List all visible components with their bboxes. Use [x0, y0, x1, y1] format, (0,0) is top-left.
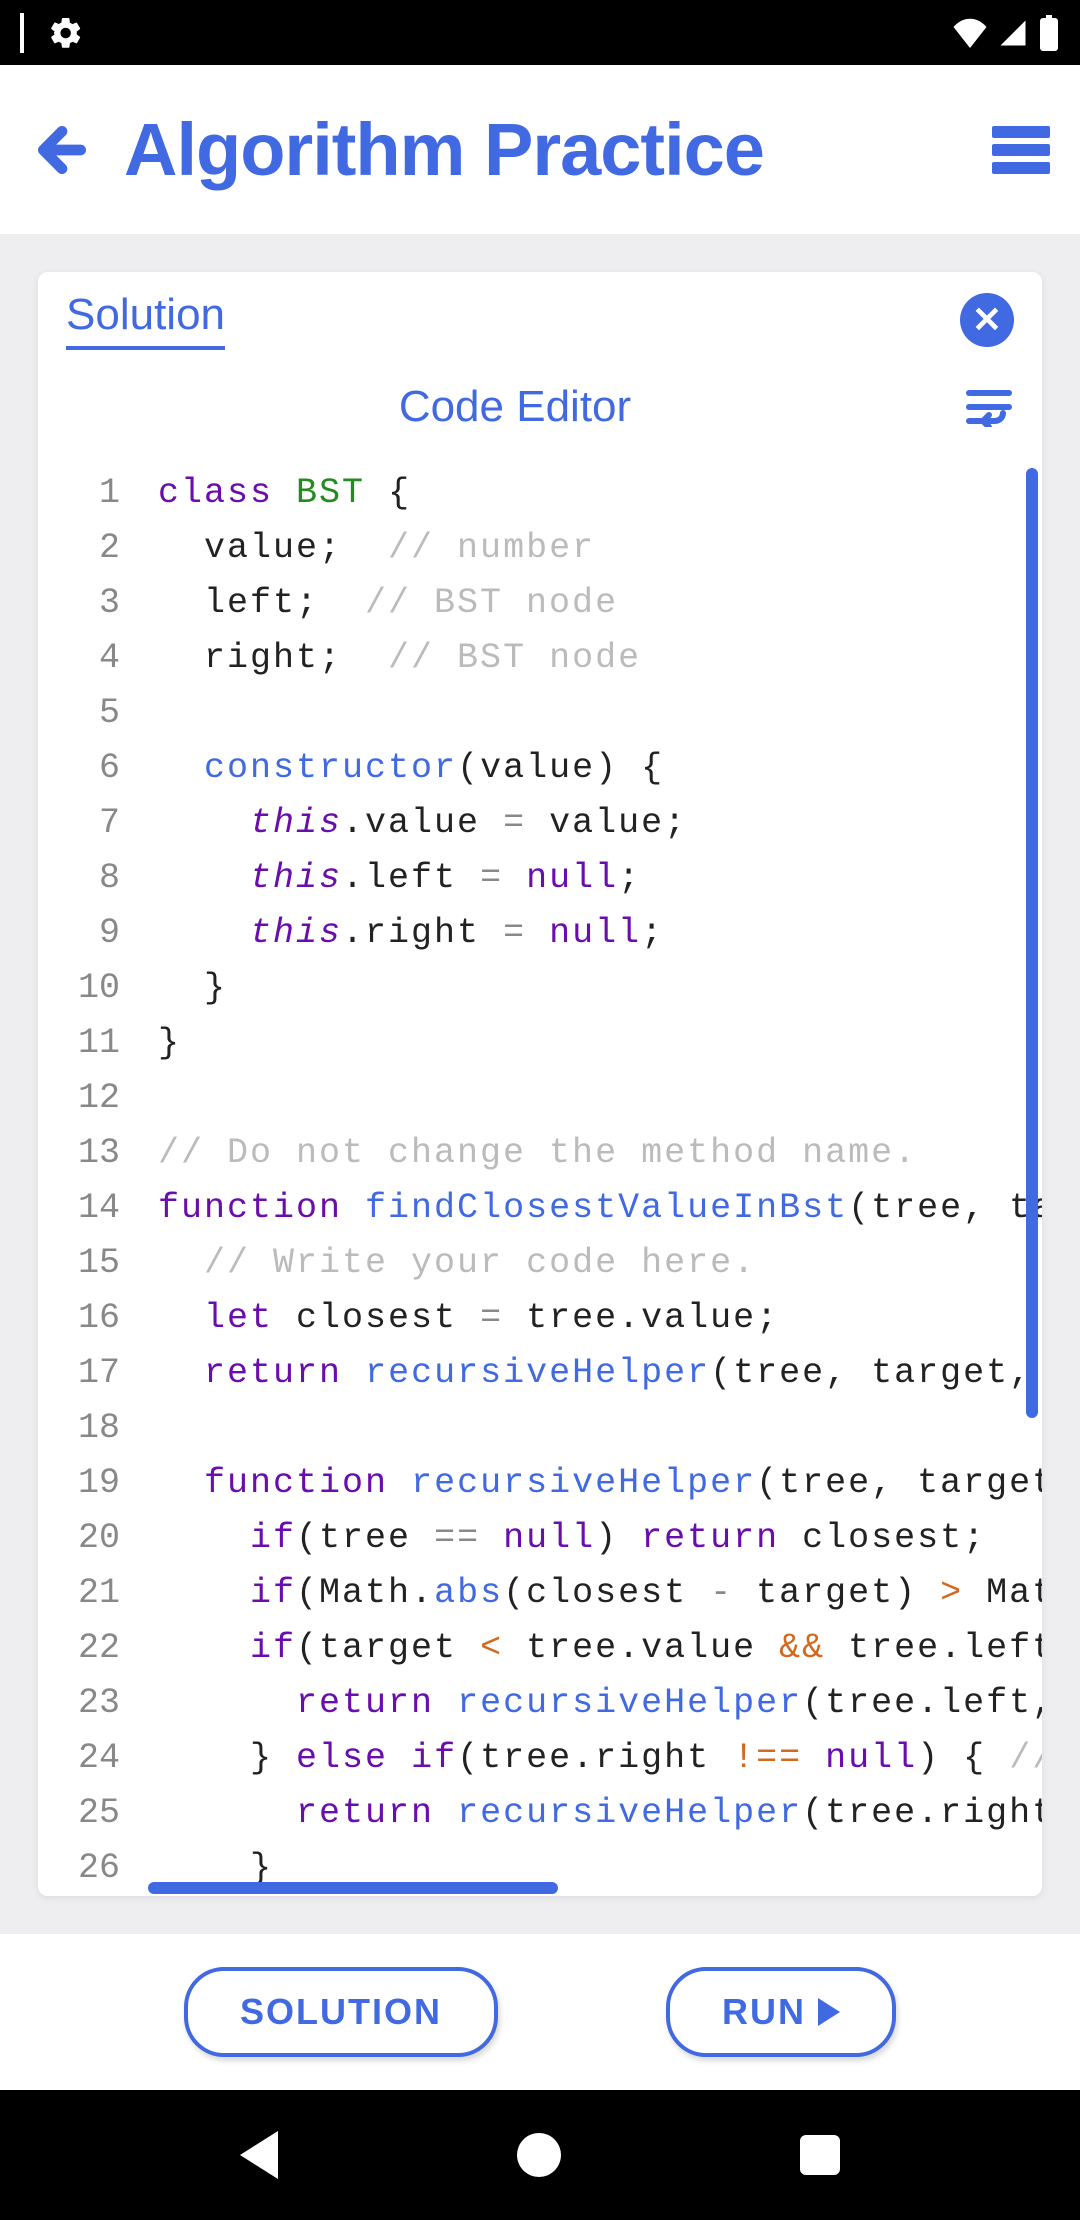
line-number: 11 [38, 1016, 138, 1071]
status-divider [20, 13, 24, 53]
line-number: 7 [38, 796, 138, 851]
run-button[interactable]: RUN [666, 1967, 896, 2057]
line-number: 3 [38, 576, 138, 631]
line-number: 26 [38, 1841, 138, 1896]
horizontal-scrollbar[interactable] [148, 1882, 558, 1894]
editor-card: Solution ✕ Code Editor 12345678910111213… [38, 272, 1042, 1896]
bottom-bar: SOLUTION RUN [0, 1934, 1080, 2090]
code-line[interactable]: value; // number [138, 521, 1042, 576]
code-line[interactable]: } else if(tree.right !== null) { //g [138, 1731, 1042, 1786]
back-arrow-icon[interactable] [30, 118, 94, 182]
code-line[interactable]: constructor(value) { [138, 741, 1042, 796]
code-line[interactable] [138, 1401, 1042, 1456]
solution-button-label: SOLUTION [240, 1991, 442, 2033]
status-bar [0, 0, 1080, 65]
code-line[interactable]: this.right = null; [138, 906, 1042, 961]
editor-title: Code Editor [66, 382, 964, 432]
line-gutter: 1234567891011121314151617181920212223242… [38, 456, 138, 1896]
solution-button[interactable]: SOLUTION [184, 1967, 498, 2057]
line-number: 4 [38, 631, 138, 686]
close-icon[interactable]: ✕ [960, 293, 1014, 347]
gear-icon [48, 15, 84, 51]
line-number: 2 [38, 521, 138, 576]
line-number: 22 [38, 1621, 138, 1676]
line-number: 10 [38, 961, 138, 1016]
nav-home-icon[interactable] [517, 2133, 561, 2177]
code-line[interactable]: right; // BST node [138, 631, 1042, 686]
code-line[interactable]: return recursiveHelper(tree.right, [138, 1786, 1042, 1841]
code-line[interactable]: class BST { [138, 466, 1042, 521]
line-number: 23 [38, 1676, 138, 1731]
code-line[interactable]: return recursiveHelper(tree.left, [138, 1676, 1042, 1731]
play-icon [818, 1998, 840, 2026]
word-wrap-icon[interactable] [964, 387, 1014, 427]
line-number: 25 [38, 1786, 138, 1841]
code-area[interactable]: class BST { value; // number left; // BS… [138, 456, 1042, 1896]
line-number: 19 [38, 1456, 138, 1511]
nav-back-icon[interactable] [240, 2131, 278, 2179]
content-area: Solution ✕ Code Editor 12345678910111213… [0, 234, 1080, 1934]
code-line[interactable]: left; // BST node [138, 576, 1042, 631]
code-line[interactable] [138, 686, 1042, 741]
line-number: 6 [38, 741, 138, 796]
vertical-scrollbar[interactable] [1026, 468, 1038, 1418]
line-number: 13 [38, 1126, 138, 1181]
line-number: 18 [38, 1401, 138, 1456]
page-title: Algorithm Practice [124, 107, 962, 192]
code-line[interactable]: if(tree == null) return closest; [138, 1511, 1042, 1566]
code-line[interactable]: let closest = tree.value; [138, 1291, 1042, 1346]
battery-icon [1038, 15, 1060, 51]
line-number: 17 [38, 1346, 138, 1401]
code-line[interactable]: function findClosestValueInBst(tree, tar [138, 1181, 1042, 1236]
code-line[interactable] [138, 1071, 1042, 1126]
wifi-icon [952, 18, 988, 48]
code-line[interactable]: } [138, 961, 1042, 1016]
code-line[interactable]: function recursiveHelper(tree, target, [138, 1456, 1042, 1511]
line-number: 14 [38, 1181, 138, 1236]
line-number: 15 [38, 1236, 138, 1291]
line-number: 9 [38, 906, 138, 961]
code-line[interactable]: if(target < tree.value && tree.left [138, 1621, 1042, 1676]
run-button-label: RUN [722, 1991, 806, 2033]
code-line[interactable]: } [138, 1016, 1042, 1071]
signal-icon [996, 18, 1030, 48]
line-number: 16 [38, 1291, 138, 1346]
tab-solution[interactable]: Solution [66, 290, 225, 350]
line-number: 8 [38, 851, 138, 906]
code-line[interactable]: return recursiveHelper(tree, target, c [138, 1346, 1042, 1401]
line-number: 12 [38, 1071, 138, 1126]
code-line[interactable]: this.value = value; [138, 796, 1042, 851]
app-header: Algorithm Practice [0, 65, 1080, 234]
nav-recent-icon[interactable] [800, 2135, 840, 2175]
line-number: 24 [38, 1731, 138, 1786]
hamburger-menu-icon[interactable] [992, 126, 1050, 174]
code-line[interactable]: if(Math.abs(closest - target) > Math [138, 1566, 1042, 1621]
line-number: 1 [38, 466, 138, 521]
code-line[interactable]: // Do not change the method name. [138, 1126, 1042, 1181]
line-number: 21 [38, 1566, 138, 1621]
line-number: 5 [38, 686, 138, 741]
code-editor[interactable]: 1234567891011121314151617181920212223242… [38, 456, 1042, 1896]
line-number: 20 [38, 1511, 138, 1566]
navigation-bar [0, 2090, 1080, 2220]
code-line[interactable]: // Write your code here. [138, 1236, 1042, 1291]
code-line[interactable]: this.left = null; [138, 851, 1042, 906]
